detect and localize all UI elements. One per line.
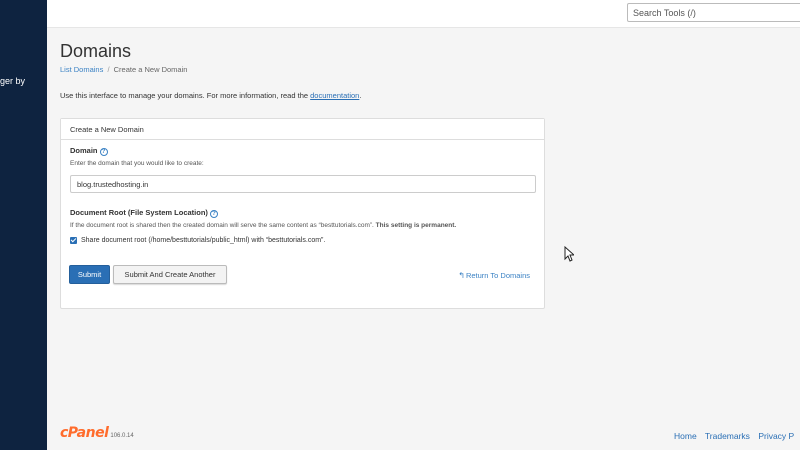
breadcrumb-separator: /: [107, 65, 110, 74]
help-icon[interactable]: ?: [209, 210, 218, 218]
search-input[interactable]: [627, 3, 800, 22]
panel-heading: Create a New Domain: [61, 119, 544, 140]
intro-text-end: .: [359, 91, 362, 100]
breadcrumb-list-domains-link[interactable]: List Domains: [60, 65, 103, 74]
page-title: Domains: [60, 41, 132, 61]
footer-links: Home Trademarks Privacy P: [674, 431, 800, 441]
sidebar-partial-text: ger by: [0, 76, 26, 86]
top-bar: [47, 0, 800, 28]
return-label: Return To Domains: [465, 271, 530, 280]
create-domain-panel: Create a New Domain Domain? Enter the do…: [60, 118, 545, 309]
submit-button[interactable]: Submit: [69, 265, 110, 284]
docroot-hint: If the document root is shared then the …: [70, 222, 456, 229]
cpanel-logo-text: cPanel: [60, 425, 109, 441]
mouse-pointer-icon: [564, 246, 574, 262]
share-docroot-option[interactable]: Share document root (/home/besttutorials…: [70, 237, 325, 244]
domain-label: Domain?: [70, 146, 108, 156]
cpanel-logo: cPanel 106.0.14: [60, 425, 134, 441]
docroot-hint-permanent: This setting is permanent.: [375, 222, 457, 229]
docroot-hint-text: If the document root is shared then the …: [70, 222, 374, 229]
domain-label-text: Domain: [70, 146, 98, 155]
docroot-label-text: Document Root (File System Location): [70, 208, 208, 217]
breadcrumb-current: Create a New Domain: [113, 65, 188, 74]
breadcrumb: List Domains / Create a New Domain: [60, 65, 187, 74]
sidebar: ger by: [0, 0, 47, 450]
intro-text: Use this interface to manage your domain…: [60, 91, 361, 100]
main-content: Domains List Domains / Create a New Doma…: [47, 29, 800, 450]
footer-trademarks-link[interactable]: Trademarks: [705, 431, 750, 441]
submit-and-create-another-button[interactable]: Submit And Create Another: [113, 265, 227, 284]
footer-home-link[interactable]: Home: [674, 431, 697, 441]
return-to-domains-link[interactable]: ↰Return To Domains: [458, 271, 530, 280]
intro-text-body: Use this interface to manage your domain…: [60, 91, 309, 100]
help-icon[interactable]: ?: [99, 148, 108, 156]
share-docroot-label: Share document root (/home/besttutorials…: [81, 237, 326, 244]
cpanel-version: 106.0.14: [110, 433, 134, 439]
documentation-link[interactable]: documentation: [310, 91, 359, 100]
footer-privacy-link[interactable]: Privacy P: [758, 431, 794, 441]
share-docroot-checkbox[interactable]: [70, 237, 77, 244]
domain-hint: Enter the domain that you would like to …: [70, 160, 204, 167]
domain-input[interactable]: [70, 175, 536, 193]
reply-arrow-icon: ↰: [458, 271, 465, 280]
docroot-label: Document Root (File System Location)?: [70, 208, 218, 218]
